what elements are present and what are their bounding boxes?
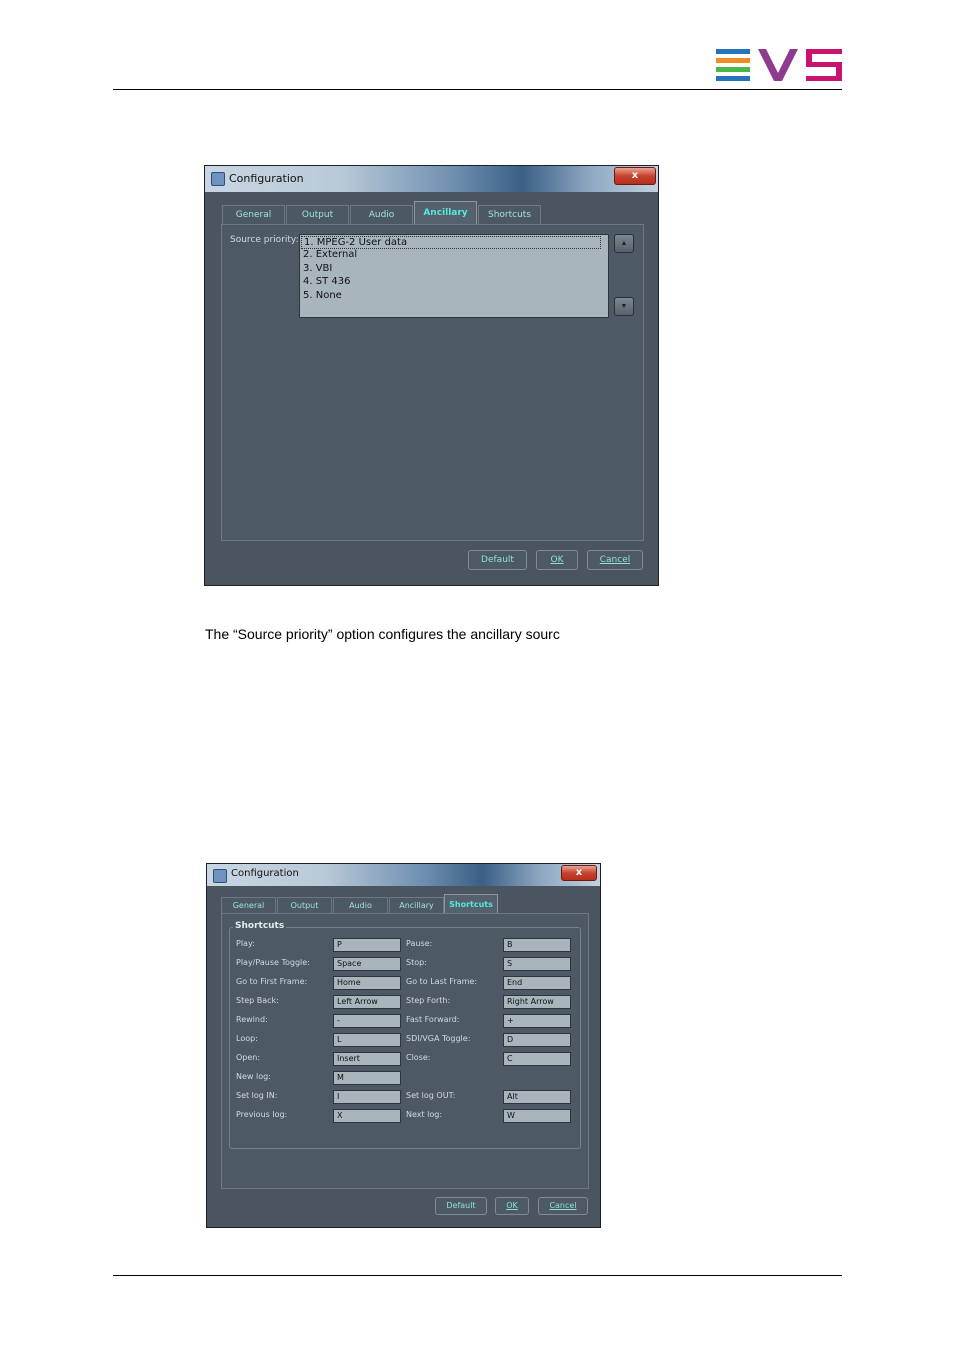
default-button[interactable]: Default xyxy=(435,1197,487,1215)
tab-ancillary[interactable]: Ancillary xyxy=(414,201,477,225)
shortcut-field[interactable]: Insert xyxy=(333,1052,401,1066)
shortcut-field[interactable]: M xyxy=(333,1071,401,1085)
caption-text: The “Source priority” option configures … xyxy=(205,626,560,642)
shortcut-field[interactable]: S xyxy=(503,957,571,971)
shortcut-label: Stop: xyxy=(406,958,427,967)
shortcut-label: Set log IN: xyxy=(236,1091,278,1100)
shortcut-field[interactable]: B xyxy=(503,938,571,952)
logo-v xyxy=(758,49,798,81)
logo-bar-2 xyxy=(716,58,750,63)
tab-shortcuts[interactable]: Shortcuts xyxy=(478,205,541,225)
logo-bar-1 xyxy=(716,49,750,54)
tab-general[interactable]: General xyxy=(222,205,285,225)
tab-ancillary[interactable]: Ancillary xyxy=(389,897,444,914)
shortcut-field[interactable]: C xyxy=(503,1052,571,1066)
list-item[interactable]: 3. VBI xyxy=(303,263,332,274)
logo-bar-3 xyxy=(716,67,750,72)
shortcut-field[interactable]: End xyxy=(503,976,571,990)
shortcut-label: SDI/VGA Toggle: xyxy=(406,1034,471,1043)
shortcut-field[interactable]: Home xyxy=(333,976,401,990)
shortcut-label: Set log OUT: xyxy=(406,1091,456,1100)
shortcut-label: Close: xyxy=(406,1053,431,1062)
evs-logo xyxy=(716,49,842,81)
move-up-button[interactable]: ▲ xyxy=(614,234,634,253)
shortcut-field[interactable]: D xyxy=(503,1033,571,1047)
shortcut-field[interactable]: - xyxy=(333,1014,401,1028)
tab-shortcuts[interactable]: Shortcuts xyxy=(444,894,498,915)
shortcut-field[interactable]: Right Arrow xyxy=(503,995,571,1009)
footer-rule xyxy=(113,1275,842,1276)
shortcut-label: Open: xyxy=(236,1053,261,1062)
close-button[interactable]: x xyxy=(614,167,656,185)
ok-button[interactable]: OK xyxy=(495,1197,529,1215)
shortcut-label: Go to First Frame: xyxy=(236,977,308,986)
tab-output[interactable]: Output xyxy=(277,897,332,914)
tab-output[interactable]: Output xyxy=(286,205,349,225)
source-priority-label: Source priority: xyxy=(230,235,299,245)
shortcut-field[interactable]: Space xyxy=(333,957,401,971)
app-icon xyxy=(211,172,225,186)
list-item[interactable]: 4. ST 436 xyxy=(303,276,350,287)
shortcut-label: Play: xyxy=(236,939,255,948)
app-icon xyxy=(213,869,227,883)
list-item[interactable]: 1. MPEG-2 User data xyxy=(301,236,601,249)
shortcut-label: Go to Last Frame: xyxy=(406,977,478,986)
shortcut-label: Pause: xyxy=(406,939,433,948)
title-bar[interactable]: Configuration x xyxy=(207,864,600,886)
logo-bar-4 xyxy=(716,76,750,81)
list-item[interactable]: 2. External xyxy=(303,249,357,260)
default-button[interactable]: Default xyxy=(468,550,527,570)
shortcut-field[interactable]: I xyxy=(333,1090,401,1104)
shortcut-label: Previous log: xyxy=(236,1110,288,1119)
tab-general[interactable]: General xyxy=(221,897,276,914)
ancillary-panel: Source priority: 1. MPEG-2 User data 2. … xyxy=(221,224,644,541)
shortcut-field[interactable]: + xyxy=(503,1014,571,1028)
configuration-window-ancillary: Configuration x General Output Audio Anc… xyxy=(204,165,659,586)
shortcut-label: Play/Pause Toggle: xyxy=(236,958,310,967)
logo-s-5 xyxy=(806,76,842,81)
shortcut-field[interactable]: P xyxy=(333,938,401,952)
shortcut-field[interactable]: Left Arrow xyxy=(333,995,401,1009)
move-down-button[interactable]: ▼ xyxy=(614,297,634,316)
window-title: Configuration xyxy=(231,868,299,879)
configuration-window-shortcuts: Configuration x General Output Audio Anc… xyxy=(206,863,601,1228)
shortcut-field[interactable]: W xyxy=(503,1109,571,1123)
title-bar[interactable]: Configuration x xyxy=(205,166,658,192)
source-priority-list[interactable]: 1. MPEG-2 User data 2. External 3. VBI 4… xyxy=(299,234,609,318)
shortcut-label: Loop: xyxy=(236,1034,258,1043)
window-title: Configuration xyxy=(229,172,304,185)
ok-button[interactable]: OK xyxy=(536,550,578,570)
shortcut-label: Step Back: xyxy=(236,996,279,1005)
shortcut-label: Fast Forward: xyxy=(406,1015,460,1024)
tab-audio[interactable]: Audio xyxy=(333,897,388,914)
shortcut-label: New log: xyxy=(236,1072,271,1081)
list-item[interactable]: 5. None xyxy=(303,290,342,301)
cancel-button[interactable]: Cancel xyxy=(538,1197,588,1215)
shortcut-label: Step Forth: xyxy=(406,996,451,1005)
shortcuts-panel: Shortcuts Play: P Pause: B Play/Pause Toggle… xyxy=(221,913,589,1189)
shortcut-field[interactable]: L xyxy=(333,1033,401,1047)
shortcut-field[interactable]: Alt xyxy=(503,1090,571,1104)
cancel-button[interactable]: Cancel xyxy=(587,550,643,570)
shortcut-label: Rewind: xyxy=(236,1015,268,1024)
shortcut-field[interactable]: X xyxy=(333,1109,401,1123)
close-button[interactable]: x xyxy=(561,865,597,881)
shortcut-label: Next log: xyxy=(406,1110,443,1119)
header-rule xyxy=(113,89,842,90)
shortcuts-group-title: Shortcuts xyxy=(233,921,287,931)
tab-audio[interactable]: Audio xyxy=(350,205,413,225)
